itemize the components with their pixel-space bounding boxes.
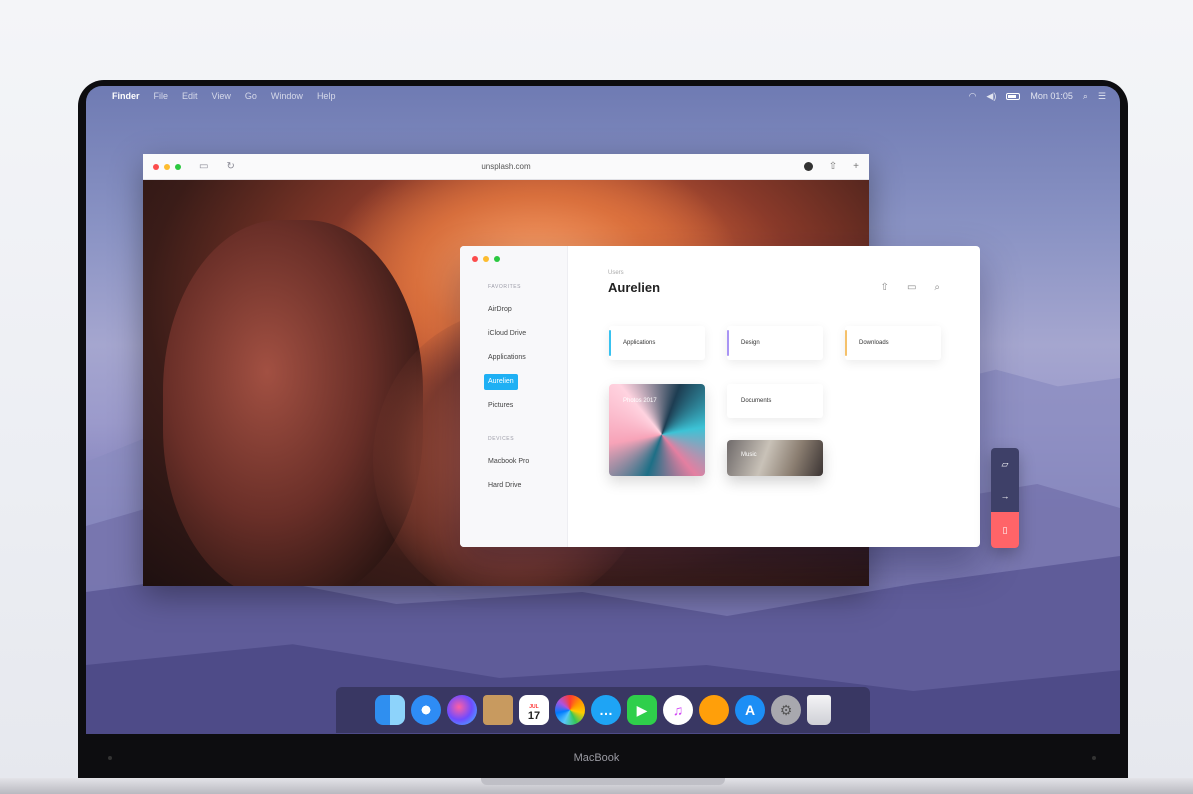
folder-music[interactable]: Music (727, 440, 823, 476)
sidebar-item-aurelien[interactable]: Aurelien (484, 374, 518, 390)
dock-calendar-icon[interactable]: JUL 17 (519, 695, 549, 725)
share-icon[interactable]: ⇧ (881, 282, 889, 293)
sidebar-item-applications[interactable]: Applications (484, 350, 530, 366)
address-bar[interactable]: unsplash.com (143, 162, 869, 171)
clock[interactable]: Mon 01:05 (1030, 91, 1073, 101)
dock-siri-icon[interactable] (447, 695, 477, 725)
folder-label: Photos 2017 (623, 398, 657, 404)
arrow-right-icon: → (1000, 491, 1010, 501)
folder-documents[interactable]: Documents (727, 384, 823, 418)
sidebar-item-airdrop[interactable]: AirDrop (484, 302, 516, 318)
browser-titlebar: ▭ ↻ unsplash.com ⇧ + (143, 154, 869, 180)
new-tab-icon[interactable]: + (853, 161, 859, 172)
minimize-button[interactable] (164, 163, 170, 170)
finder-toolbar: ⇧ ▭ ⌕ (881, 282, 940, 293)
menu-bar: Finder File Edit View Go Window Help ◠ ◀… (86, 86, 1120, 106)
info-icon[interactable] (803, 162, 813, 171)
close-button[interactable] (472, 256, 478, 262)
desktop-screen: Finder File Edit View Go Window Help ◠ ◀… (86, 86, 1120, 734)
sidebar-item-icloud-drive[interactable]: iCloud Drive (484, 326, 530, 342)
share-icon[interactable]: ⇧ (829, 161, 837, 172)
menu-view[interactable]: View (212, 91, 231, 101)
devices-header: DEVICES (488, 436, 515, 442)
laptop-base (0, 778, 1193, 794)
dock-itunes-icon[interactable]: ♫ (663, 695, 693, 725)
laptop-notch (481, 778, 725, 785)
minimize-button[interactable] (483, 256, 489, 262)
folder-plus-icon: ▱ (1001, 458, 1009, 469)
menu-file[interactable]: File (154, 91, 169, 101)
dock-photos-icon[interactable] (555, 695, 585, 725)
move-button[interactable]: → (991, 480, 1019, 512)
dock-trash-icon[interactable] (807, 695, 831, 725)
favorites-header: FAVORITES (488, 284, 522, 290)
folder-photos[interactable]: Photos 2017 (609, 384, 705, 476)
folder-downloads[interactable]: Downloads (845, 326, 941, 360)
delete-button[interactable]: ▯ (991, 512, 1019, 548)
menu-window[interactable]: Window (271, 91, 303, 101)
dock-facetime-icon[interactable]: ▶ (627, 695, 657, 725)
notification-center-icon[interactable]: ☰ (1098, 91, 1106, 102)
sidebar-item-pictures[interactable]: Pictures (484, 398, 517, 414)
close-button[interactable] (153, 163, 159, 170)
folder-label: Music (741, 452, 757, 458)
menu-go[interactable]: Go (245, 91, 257, 101)
floating-action-bar: ▱ → ▯ (991, 448, 1019, 548)
menu-app-name[interactable]: Finder (112, 91, 140, 101)
wifi-icon[interactable]: ◠ (969, 91, 977, 102)
dock-system-preferences-icon[interactable]: ⚙ (771, 695, 801, 725)
dock-app-store-icon[interactable]: A (735, 695, 765, 725)
search-icon[interactable]: ⌕ (934, 282, 940, 293)
menu-help[interactable]: Help (317, 91, 336, 101)
calendar-day: 17 (527, 709, 541, 722)
sidebar-item-macbook-pro[interactable]: Macbook Pro (484, 454, 533, 470)
breadcrumb[interactable]: Users (608, 270, 940, 276)
browser-toolbar-right: ⇧ + (803, 161, 859, 172)
volume-icon[interactable]: ◀) (986, 91, 996, 102)
dock: JUL 17 … ▶ ♫ A ⚙ (336, 687, 870, 733)
tag-icon[interactable]: ▭ (907, 282, 916, 293)
spotlight-search-icon[interactable]: ⌕ (1083, 91, 1088, 102)
folder-applications[interactable]: Applications (609, 326, 705, 360)
dock-safari-icon[interactable] (411, 695, 441, 725)
dock-ibooks-icon[interactable] (699, 695, 729, 725)
window-controls (153, 163, 181, 170)
finder-window: FAVORITES AirDrop iCloud Drive Applicati… (460, 246, 980, 547)
window-controls (472, 256, 567, 262)
trash-icon: ▯ (1002, 524, 1008, 535)
battery-icon[interactable] (1006, 92, 1021, 100)
new-folder-button[interactable]: ▱ (991, 448, 1019, 480)
dock-messages-icon[interactable]: … (591, 695, 621, 725)
status-area: ◠ ◀) Mon 01:05 ⌕ ☰ (969, 91, 1106, 102)
sidebar-toggle-icon[interactable]: ▭ (199, 161, 208, 172)
dock-contacts-icon[interactable] (483, 695, 513, 725)
reload-icon[interactable]: ↻ (226, 161, 234, 172)
dock-finder-icon[interactable] (375, 695, 405, 725)
finder-sidebar: FAVORITES AirDrop iCloud Drive Applicati… (460, 246, 568, 547)
zoom-button[interactable] (494, 256, 500, 262)
folder-design[interactable]: Design (727, 326, 823, 360)
sidebar-item-hard-drive[interactable]: Hard Drive (484, 478, 525, 494)
laptop-brand-label: MacBook (573, 752, 620, 764)
menu-edit[interactable]: Edit (182, 91, 198, 101)
zoom-button[interactable] (175, 163, 181, 170)
